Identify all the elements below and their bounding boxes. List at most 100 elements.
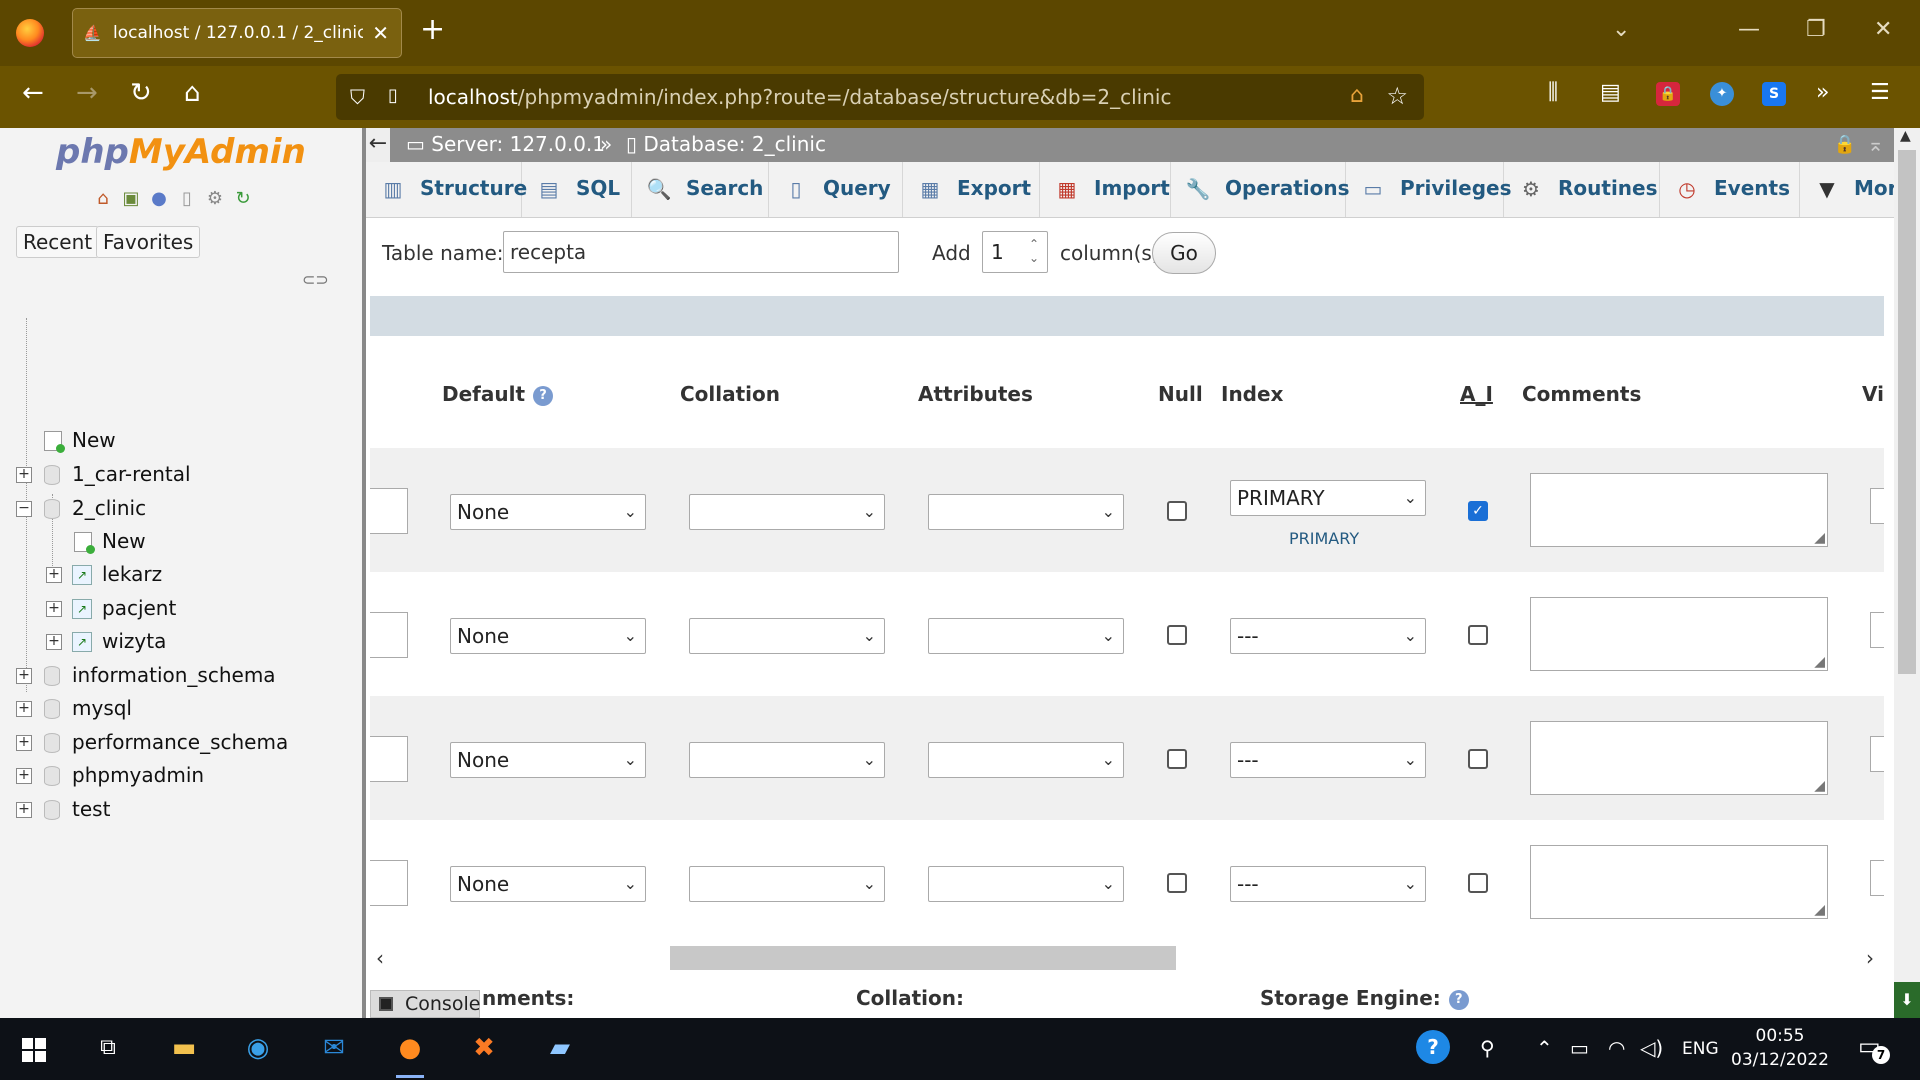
s-extension-icon[interactable]: S — [1762, 82, 1786, 106]
tab-search[interactable]: 🔍 Search — [632, 162, 769, 217]
comments-textarea[interactable]: ◢ — [1530, 597, 1828, 671]
sidebar-icon[interactable]: ▤ — [1600, 82, 1621, 104]
firefox-menu-icon[interactable] — [16, 19, 44, 47]
tracking-shield-icon[interactable]: ⛉ — [350, 85, 365, 109]
language-indicator[interactable]: ENG — [1682, 1039, 1719, 1059]
tab-routines[interactable]: ⚙ Routines — [1504, 162, 1660, 217]
horizontal-scroll-thumb[interactable] — [670, 946, 1176, 970]
new-tab-button[interactable]: + — [420, 15, 445, 45]
addon-home-icon[interactable]: ⌂ — [1350, 83, 1364, 108]
hamburger-menu-icon[interactable]: ☰ — [1870, 82, 1890, 104]
index-select[interactable]: --- ⌄ — [1230, 866, 1426, 902]
console-button[interactable]: Console — [370, 990, 480, 1018]
auto-increment-checkbox[interactable] — [1468, 625, 1488, 645]
resize-grip-icon[interactable]: ◢ — [1814, 778, 1825, 794]
scroll-up-arrow-icon[interactable]: ▲ — [1900, 128, 1911, 144]
settings-gear-icon[interactable]: ⚙ — [204, 188, 226, 210]
restore-button[interactable]: ❐ — [1806, 17, 1826, 42]
reload-nav-icon[interactable]: ↻ — [232, 188, 254, 210]
expand-icon[interactable]: + — [46, 634, 62, 650]
lock-extension-icon[interactable]: 🔒 — [1656, 82, 1680, 106]
download-arrow-icon[interactable]: ⬇ — [1894, 982, 1920, 1018]
close-window-button[interactable]: ✕ — [1874, 17, 1892, 42]
help-tray-icon[interactable]: ? — [1416, 1030, 1450, 1064]
attributes-select[interactable]: ⌄ — [928, 494, 1124, 530]
volume-icon[interactable]: ◁) — [1640, 1036, 1663, 1060]
tab-events[interactable]: ◷ Events — [1660, 162, 1800, 217]
index-select[interactable]: --- ⌄ — [1230, 618, 1426, 654]
notepad-icon[interactable]: ▰ — [542, 1030, 578, 1066]
index-select[interactable]: --- ⌄ — [1230, 742, 1426, 778]
collapse-header-icon[interactable]: ⌅ — [1867, 132, 1884, 156]
home-icon[interactable]: ⌂ — [184, 80, 201, 106]
index-primary-link[interactable]: PRIMARY — [1289, 529, 1359, 548]
battery-icon[interactable]: ▭ — [1570, 1036, 1589, 1060]
breadcrumb-server[interactable]: ▭ Server: 127.0.0.1 — [406, 132, 605, 156]
index-select[interactable]: PRIMARY ⌄ — [1230, 480, 1426, 516]
spinner-arrows-icon[interactable]: ⌃ ⌄ — [1029, 237, 1039, 265]
link-with-main-icon[interactable]: ⊂⊃ — [302, 270, 329, 289]
tab-import[interactable]: ▦ Import — [1040, 162, 1171, 217]
virtuality-select[interactable] — [1870, 860, 1884, 896]
fox-extension-icon[interactable]: ✦ — [1710, 82, 1734, 106]
virtuality-select[interactable] — [1870, 736, 1884, 772]
collation-select[interactable]: ⌄ — [689, 866, 885, 902]
collapse-icon[interactable]: − — [16, 501, 32, 517]
virtuality-select[interactable] — [1870, 488, 1884, 524]
back-arrow-icon[interactable]: ← — [366, 128, 390, 162]
help-icon[interactable]: ? — [1448, 989, 1469, 1010]
page-info-icon[interactable]: ▯ — [388, 85, 398, 106]
minimize-button[interactable]: — — [1738, 17, 1760, 42]
expand-icon[interactable]: + — [16, 467, 32, 483]
expand-icon[interactable]: + — [16, 802, 32, 818]
name-input[interactable] — [370, 612, 408, 658]
home-icon[interactable]: ⌂ — [92, 188, 114, 210]
go-button[interactable]: Go — [1152, 232, 1216, 274]
tab-close-button[interactable]: ✕ — [372, 21, 389, 45]
name-input[interactable] — [370, 736, 408, 782]
comments-textarea[interactable]: ◢ — [1530, 845, 1828, 919]
expand-icon[interactable]: + — [16, 768, 32, 784]
clock[interactable]: 00:55 03/12/2022 — [1720, 1024, 1840, 1072]
bookmark-star-icon[interactable]: ☆ — [1386, 82, 1408, 110]
tab-more[interactable]: ▼ More — [1800, 162, 1894, 217]
add-columns-stepper[interactable]: 1 ⌃ ⌄ — [982, 231, 1048, 273]
resize-grip-icon[interactable]: ◢ — [1814, 902, 1825, 918]
scroll-right-arrow-icon[interactable]: › — [1866, 946, 1874, 970]
default-select[interactable]: None ⌄ — [450, 618, 646, 654]
library-icon[interactable]: ⫼ — [1548, 82, 1558, 104]
null-checkbox[interactable] — [1167, 501, 1187, 521]
default-select[interactable]: None ⌄ — [450, 494, 646, 530]
task-view-icon[interactable]: ⧉ — [90, 1030, 126, 1066]
xampp-icon[interactable]: ✖ — [466, 1030, 502, 1066]
collation-select[interactable]: ⌄ — [689, 494, 885, 530]
resize-grip-icon[interactable]: ◢ — [1814, 654, 1825, 670]
back-arrow-icon[interactable]: ← — [22, 80, 44, 106]
expand-icon[interactable]: + — [16, 701, 32, 717]
edge-browser-icon[interactable]: ◉ — [240, 1030, 276, 1066]
name-input[interactable] — [370, 860, 408, 906]
tab-operations[interactable]: 🔧 Operations — [1171, 162, 1350, 217]
windows-start-icon[interactable] — [22, 1038, 46, 1062]
null-checkbox[interactable] — [1167, 749, 1187, 769]
file-explorer-icon[interactable]: ▬ — [166, 1030, 202, 1066]
default-select[interactable]: None ⌄ — [450, 742, 646, 778]
comments-textarea[interactable]: ◢ — [1530, 721, 1828, 795]
logout-icon[interactable]: ▣ — [120, 188, 142, 210]
attributes-select[interactable]: ⌄ — [928, 866, 1124, 902]
resize-grip-icon[interactable]: ◢ — [1814, 530, 1825, 546]
scroll-left-arrow-icon[interactable]: ‹ — [376, 946, 384, 970]
expand-icon[interactable]: + — [46, 601, 62, 617]
phpmyadmin-logo[interactable]: phpMyAdmin — [56, 132, 306, 172]
auto-increment-checkbox[interactable] — [1468, 873, 1488, 893]
address-bar[interactable]: ⛉ ▯ localhost/phpmyadmin/index.php?route… — [336, 74, 1424, 120]
header-auto-increment[interactable]: A_I — [1460, 382, 1493, 406]
reload-icon[interactable]: ↻ — [130, 80, 152, 106]
tab-sql[interactable]: ▤ SQL — [522, 162, 632, 217]
help-icon[interactable]: ? — [533, 385, 554, 406]
vertical-scrollbar[interactable]: ▲ ⬇ — [1894, 128, 1920, 1018]
tray-chevron-up-icon[interactable]: ⌃ — [1536, 1036, 1553, 1060]
attributes-select[interactable]: ⌄ — [928, 618, 1124, 654]
vertical-scroll-thumb[interactable] — [1898, 150, 1916, 674]
name-input[interactable] — [370, 488, 408, 534]
